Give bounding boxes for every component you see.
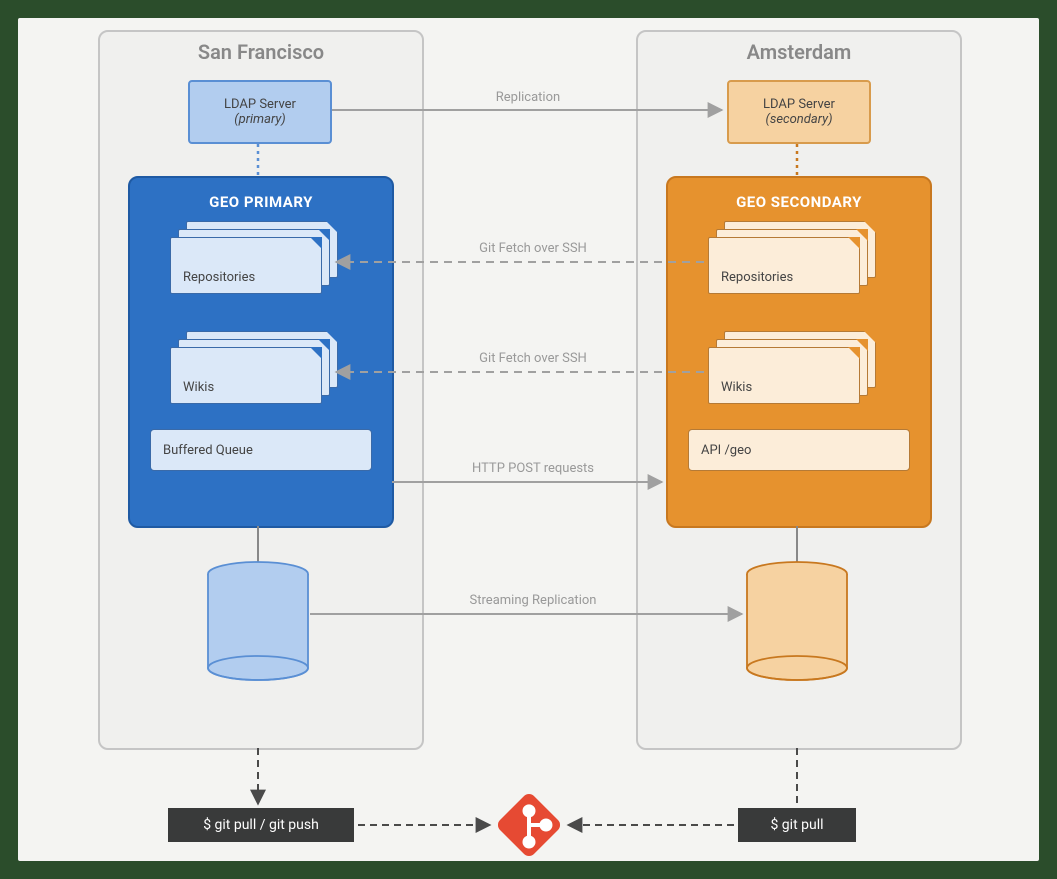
- git-pull-push-bar: $ git pull / git push: [168, 808, 354, 842]
- label-replication: Replication: [458, 90, 598, 105]
- geo-primary-title: GEO PRIMARY: [130, 178, 392, 221]
- wikis-primary-label: Wikis: [183, 380, 214, 395]
- ldap-primary: LDAP Server (primary): [188, 80, 332, 144]
- geo-secondary: GEO SECONDARY Repositories Wikis API /ge…: [666, 176, 932, 528]
- db-primary-label: PostgreSQL (primary): [203, 608, 313, 638]
- repos-secondary-label: Repositories: [721, 270, 793, 285]
- diagram-canvas: San Francisco Amsterdam LDAP Server (pri…: [18, 18, 1039, 861]
- ldap-primary-name: LDAP Server: [224, 97, 296, 112]
- repos-primary: Repositories: [170, 221, 340, 293]
- geo-primary: GEO PRIMARY Repositories Wikis Buffered …: [128, 176, 394, 528]
- geo-secondary-title: GEO SECONDARY: [668, 178, 930, 221]
- label-streaming: Streaming Replication: [438, 593, 628, 608]
- buffered-queue: Buffered Queue: [150, 429, 372, 471]
- label-httppost: HTTP POST requests: [448, 461, 618, 476]
- label-gitfetch1: Git Fetch over SSH: [448, 241, 618, 256]
- git-pull-bar: $ git pull: [738, 808, 856, 842]
- repos-secondary: Repositories: [708, 221, 878, 293]
- region-title-right: Amsterdam: [638, 40, 960, 64]
- label-gitfetch2: Git Fetch over SSH: [448, 351, 618, 366]
- region-title-left: San Francisco: [100, 40, 422, 64]
- ldap-secondary: LDAP Server (secondary): [727, 80, 871, 144]
- api-geo: API /geo: [688, 429, 910, 471]
- ldap-secondary-role: (secondary): [766, 112, 833, 127]
- db-secondary-label: PostgreSQL (secondary, read-only): [742, 601, 852, 646]
- git-logo-icon: [495, 791, 563, 859]
- repos-primary-label: Repositories: [183, 270, 255, 285]
- wikis-secondary-label: Wikis: [721, 380, 752, 395]
- wikis-primary: Wikis: [170, 331, 340, 403]
- ldap-primary-role: (primary): [234, 112, 285, 127]
- ldap-secondary-name: LDAP Server: [763, 97, 835, 112]
- wikis-secondary: Wikis: [708, 331, 878, 403]
